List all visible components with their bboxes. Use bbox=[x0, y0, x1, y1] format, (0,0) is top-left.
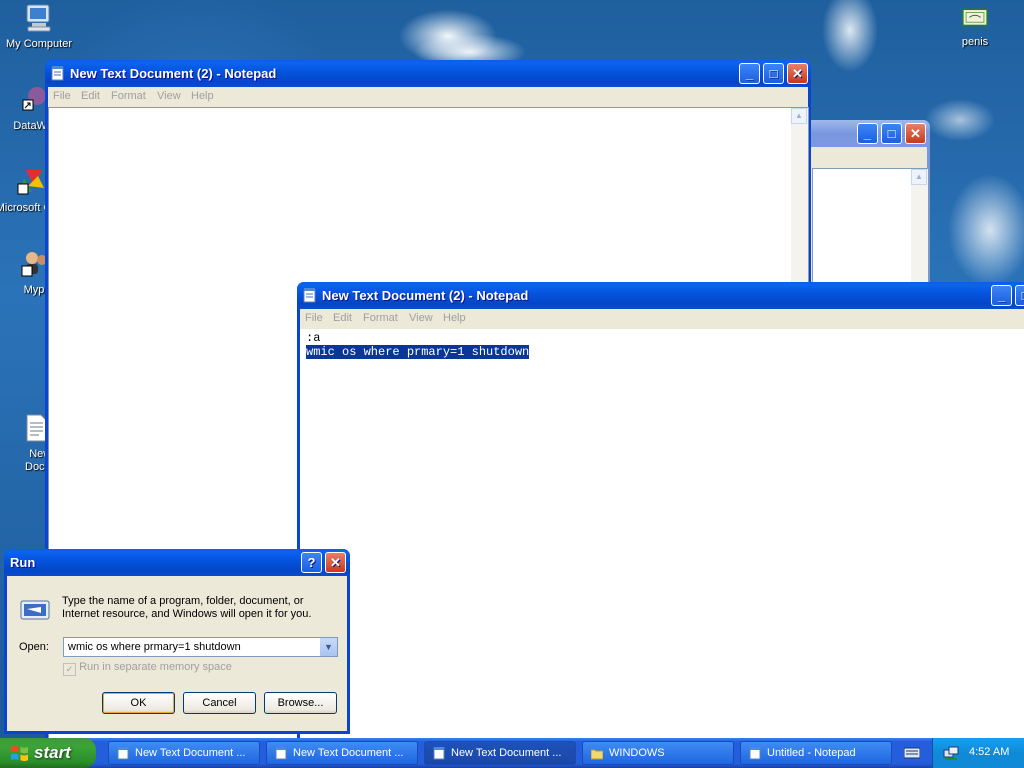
open-combobox[interactable]: wmic os where prmary=1 shutdown ▼ bbox=[63, 637, 338, 657]
dialog-title: Run bbox=[10, 555, 36, 570]
menu-file[interactable]: File bbox=[305, 312, 323, 324]
notepad-icon bbox=[749, 747, 761, 760]
menu-bar bbox=[803, 147, 927, 166]
run-description: Type the name of a program, folder, docu… bbox=[62, 595, 312, 620]
open-label: Open: bbox=[19, 641, 49, 653]
window-title: New Text Document (2) - Notepad bbox=[70, 66, 277, 81]
run-icon bbox=[20, 600, 50, 620]
text-line: :a bbox=[306, 331, 321, 345]
maximize-button[interactable]: □ bbox=[881, 123, 902, 144]
maximize-button[interactable]: □ bbox=[763, 63, 784, 84]
close-button[interactable]: ✕ bbox=[325, 552, 346, 573]
cancel-button[interactable]: Cancel bbox=[183, 692, 256, 714]
menu-help[interactable]: Help bbox=[443, 312, 466, 324]
taskbar-item-label: Untitled - Notepad bbox=[767, 747, 856, 759]
menu-edit[interactable]: Edit bbox=[81, 90, 100, 102]
minimize-button[interactable]: _ bbox=[991, 285, 1012, 306]
window-title: New Text Document (2) - Notepad bbox=[322, 288, 529, 303]
desktop-icon-my-computer[interactable]: My Computer bbox=[0, 2, 79, 51]
title-bar[interactable]: New Text Document (2) - Notepad _ □ bbox=[297, 282, 1024, 309]
title-bar[interactable]: New Text Document (2) - Notepad _ □ ✕ bbox=[45, 60, 811, 87]
chevron-down-icon[interactable]: ▼ bbox=[320, 638, 337, 656]
menu-help[interactable]: Help bbox=[191, 90, 214, 102]
taskbar-item-windows-folder[interactable]: WINDOWS bbox=[582, 741, 734, 765]
desktop-icon-label: penis bbox=[961, 36, 989, 48]
help-button[interactable]: ? bbox=[301, 552, 322, 573]
taskbar-item-untitled-notepad[interactable]: Untitled - Notepad bbox=[740, 741, 892, 765]
menu-view[interactable]: View bbox=[157, 90, 181, 102]
taskbar-item-notepad-1[interactable]: New Text Document ... bbox=[108, 741, 260, 765]
desktop[interactable]: My Computer DataWa Microsoft C++ Myp New… bbox=[0, 0, 1024, 738]
taskbar-item-label: New Text Document ... bbox=[293, 747, 404, 759]
my-computer-icon bbox=[26, 4, 51, 32]
desktop-icon-penis[interactable]: penis bbox=[935, 6, 1015, 49]
menu-file[interactable]: File bbox=[53, 90, 71, 102]
maximize-button[interactable]: □ bbox=[1015, 285, 1024, 306]
desktop-icon-label: My Computer bbox=[5, 38, 73, 50]
checkbox-label: Run in separate memory space bbox=[79, 661, 232, 673]
menu-format[interactable]: Format bbox=[363, 312, 398, 324]
title-bar[interactable]: _ □ ✕ bbox=[800, 120, 930, 147]
notepad-window-hidden[interactable]: _ □ ✕ ▲ bbox=[800, 120, 930, 290]
title-bar[interactable]: Run ? ✕ bbox=[4, 549, 350, 576]
notepad-icon bbox=[51, 66, 64, 81]
menu-format[interactable]: Format bbox=[111, 90, 146, 102]
start-button[interactable]: start bbox=[0, 738, 96, 768]
system-tray: 4:52 AM bbox=[932, 738, 1024, 768]
notepad-icon bbox=[117, 747, 129, 760]
menu-view[interactable]: View bbox=[409, 312, 433, 324]
scroll-up-icon[interactable]: ▲ bbox=[791, 108, 807, 124]
text-area[interactable]: ▲ bbox=[812, 168, 929, 290]
close-button[interactable]: ✕ bbox=[787, 63, 808, 84]
menu-bar: File Edit Format View Help bbox=[48, 87, 808, 106]
windows-logo-icon bbox=[10, 745, 29, 762]
taskbar-item-label: New Text Document ... bbox=[135, 747, 246, 759]
notepad-window-front[interactable]: New Text Document (2) - Notepad _ □ File… bbox=[297, 282, 1024, 738]
certificate-icon bbox=[962, 8, 988, 27]
taskbar: start New Text Document ... New Text Doc… bbox=[0, 738, 1024, 768]
ok-button[interactable]: OK bbox=[102, 692, 175, 714]
vertical-scrollbar[interactable]: ▲ bbox=[911, 169, 928, 289]
menu-bar: File Edit Format View Help bbox=[300, 309, 1024, 328]
menu-edit[interactable]: Edit bbox=[333, 312, 352, 324]
minimize-button[interactable]: _ bbox=[739, 63, 760, 84]
notepad-icon bbox=[433, 747, 445, 760]
text-area[interactable]: :a wmic os where prmary=1 shutdown bbox=[300, 329, 1024, 738]
checkbox-check-icon: ✓ bbox=[63, 663, 76, 676]
taskbar-item-label: New Text Document ... bbox=[451, 747, 562, 759]
clock[interactable]: 4:52 AM bbox=[969, 746, 1009, 758]
taskbar-item-label: WINDOWS bbox=[609, 747, 665, 759]
network-icon[interactable] bbox=[943, 745, 959, 761]
keyboard-icon[interactable] bbox=[904, 747, 920, 759]
browse-button[interactable]: Browse... bbox=[264, 692, 337, 714]
scroll-up-icon[interactable]: ▲ bbox=[911, 169, 927, 185]
open-input[interactable]: wmic os where prmary=1 shutdown bbox=[68, 641, 241, 653]
visual-cpp-icon bbox=[17, 170, 44, 195]
taskbar-item-notepad-2[interactable]: New Text Document ... bbox=[266, 741, 418, 765]
folder-icon bbox=[591, 749, 603, 760]
run-separate-memory-checkbox[interactable]: ✓ Run in separate memory space bbox=[63, 661, 232, 676]
close-button[interactable]: ✕ bbox=[905, 123, 926, 144]
minimize-button[interactable]: _ bbox=[857, 123, 878, 144]
selected-text-line: wmic os where prmary=1 shutdown bbox=[306, 345, 530, 359]
taskbar-item-notepad-3[interactable]: New Text Document ... bbox=[424, 741, 576, 765]
run-dialog[interactable]: Run ? ✕ Type the name of a program, fold… bbox=[4, 549, 350, 734]
start-label: start bbox=[34, 743, 71, 762]
notepad-icon bbox=[275, 747, 287, 760]
notepad-icon bbox=[303, 288, 316, 303]
